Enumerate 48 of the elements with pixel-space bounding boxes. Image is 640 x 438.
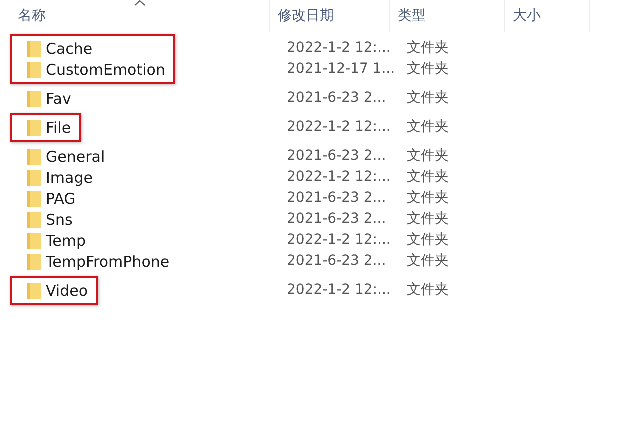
date-cell-text: 2022-1-2 12:... xyxy=(286,281,392,300)
file-name[interactable]: Cache xyxy=(46,40,93,58)
file-name[interactable]: PAG xyxy=(46,190,76,208)
file-name[interactable]: General xyxy=(46,148,106,166)
type-cell-text: 文件夹 xyxy=(406,210,450,229)
file-name[interactable]: Temp xyxy=(46,232,86,250)
folder-icon xyxy=(26,148,42,166)
type-cell-text: 文件夹 xyxy=(406,118,450,137)
folder-icon xyxy=(26,232,42,250)
column-header[interactable]: 修改日期 xyxy=(270,0,390,32)
type-cell-text: 文件夹 xyxy=(406,60,450,79)
column-header[interactable]: 名称 xyxy=(0,0,270,32)
folder-icon xyxy=(26,282,42,300)
folder-icon xyxy=(26,118,42,136)
date-cell-text: 2021-6-23 2... xyxy=(286,210,388,229)
date-cell-text: 2022-1-2 12:... xyxy=(286,39,392,58)
column-header[interactable]: 类型 xyxy=(390,0,505,32)
date-cell-text: 2021-6-23 2... xyxy=(286,252,388,271)
type-cell-text: 文件夹 xyxy=(406,281,450,300)
date-cell-text: 2022-1-2 12:... xyxy=(286,118,392,137)
folder-icon xyxy=(26,40,42,58)
type-cell-text: 文件夹 xyxy=(406,189,450,208)
type-cell-text: 文件夹 xyxy=(406,168,450,187)
folder-icon xyxy=(26,190,42,208)
file-name[interactable]: CustomEmotion xyxy=(46,60,166,78)
folder-icon xyxy=(26,210,42,228)
file-name[interactable]: Video xyxy=(46,282,88,300)
column-header[interactable]: 大小 xyxy=(505,0,590,32)
type-cell-text: 文件夹 xyxy=(406,252,450,271)
date-cell-text: 2021-6-23 2... xyxy=(286,89,388,108)
folder-icon xyxy=(26,252,42,270)
date-cell-text: 2021-6-23 2... xyxy=(286,147,388,166)
date-cell-text: 2021-12-17 1... xyxy=(286,60,396,79)
date-cell-text: 2022-1-2 12:... xyxy=(286,231,392,250)
file-name[interactable]: TempFromPhone xyxy=(46,252,170,270)
folder-icon xyxy=(26,168,42,186)
type-cell-text: 文件夹 xyxy=(406,231,450,250)
file-name[interactable]: Sns xyxy=(46,210,73,228)
file-name[interactable]: Fav xyxy=(46,90,72,108)
file-name[interactable]: File xyxy=(46,118,72,136)
type-cell-text: 文件夹 xyxy=(406,39,450,58)
type-cell-text: 文件夹 xyxy=(406,89,450,108)
date-cell-text: 2021-6-23 2... xyxy=(286,189,388,208)
file-name[interactable]: Image xyxy=(46,168,93,186)
folder-icon xyxy=(26,90,42,108)
date-cell-text: 2022-1-2 12:... xyxy=(286,168,392,187)
type-cell-text: 文件夹 xyxy=(406,147,450,166)
folder-icon xyxy=(26,60,42,78)
